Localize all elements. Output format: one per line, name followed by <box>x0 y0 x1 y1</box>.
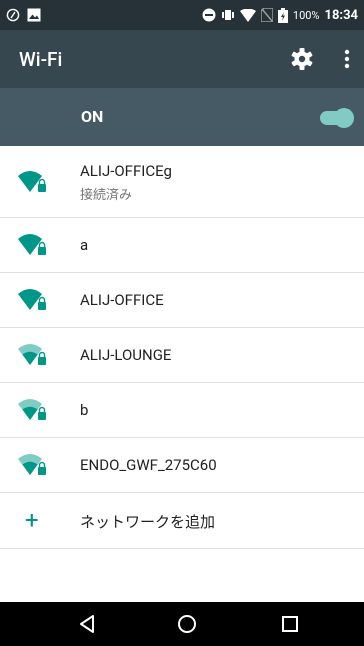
wifi-lock-medium-icon <box>18 344 46 365</box>
battery-icon <box>277 7 288 23</box>
wifi-lock-icon <box>18 234 46 255</box>
image-icon <box>27 8 41 22</box>
do-not-disturb-icon <box>202 8 216 22</box>
vibrate-icon <box>221 10 234 20</box>
network-row[interactable]: ENDO_GWF_275C60 <box>0 438 364 493</box>
no-sim-icon <box>260 8 273 22</box>
nfc-icon <box>6 8 20 22</box>
wifi-lock-icon <box>18 171 46 192</box>
network-row[interactable]: a <box>0 218 364 273</box>
network-ssid: ALIJ-OFFICE <box>80 291 164 309</box>
wifi-toggle[interactable] <box>318 108 354 128</box>
wifi-lock-icon <box>18 289 46 310</box>
back-icon[interactable] <box>77 613 99 635</box>
network-row[interactable]: ALIJ-OFFICE <box>0 273 364 328</box>
more-vert-icon[interactable] <box>337 48 357 70</box>
switch-label: ON <box>81 107 104 126</box>
home-icon[interactable] <box>176 613 198 635</box>
wifi-master-switch-bar[interactable]: ON <box>0 88 364 146</box>
add-network-row[interactable]: + ネットワークを追加 <box>0 493 364 549</box>
app-toolbar: Wi-Fi <box>0 30 364 88</box>
plus-icon: + <box>25 506 39 534</box>
wifi-signal-icon <box>239 8 256 22</box>
toggle-thumb <box>334 108 354 128</box>
network-status: 接続済み <box>80 188 133 203</box>
wifi-lock-medium-icon <box>18 454 46 475</box>
status-bar: 100% 18:34 <box>0 0 364 30</box>
wifi-lock-medium-icon <box>18 399 46 420</box>
network-ssid: b <box>80 401 89 419</box>
network-ssid: a <box>80 236 89 254</box>
network-ssid: ALIJ-LOUNGE <box>80 346 172 364</box>
network-ssid: ALIJ-OFFICEg <box>80 162 172 180</box>
clock: 18:34 <box>324 7 359 23</box>
recents-icon[interactable] <box>279 613 301 635</box>
network-row[interactable]: ALIJ-OFFICEg 接続済み <box>0 146 364 218</box>
battery-percent: 100% <box>292 8 320 22</box>
page-title: Wi-Fi <box>19 48 63 71</box>
network-list: ALIJ-OFFICEg 接続済み a ALIJ-OFFICE ALIJ-LOU… <box>0 146 364 549</box>
network-row[interactable]: b <box>0 383 364 438</box>
network-ssid: ENDO_GWF_275C60 <box>80 456 217 474</box>
system-nav-bar <box>0 602 364 646</box>
network-row[interactable]: ALIJ-LOUNGE <box>0 328 364 383</box>
add-network-label: ネットワークを追加 <box>80 513 216 531</box>
gear-icon[interactable] <box>291 48 313 70</box>
